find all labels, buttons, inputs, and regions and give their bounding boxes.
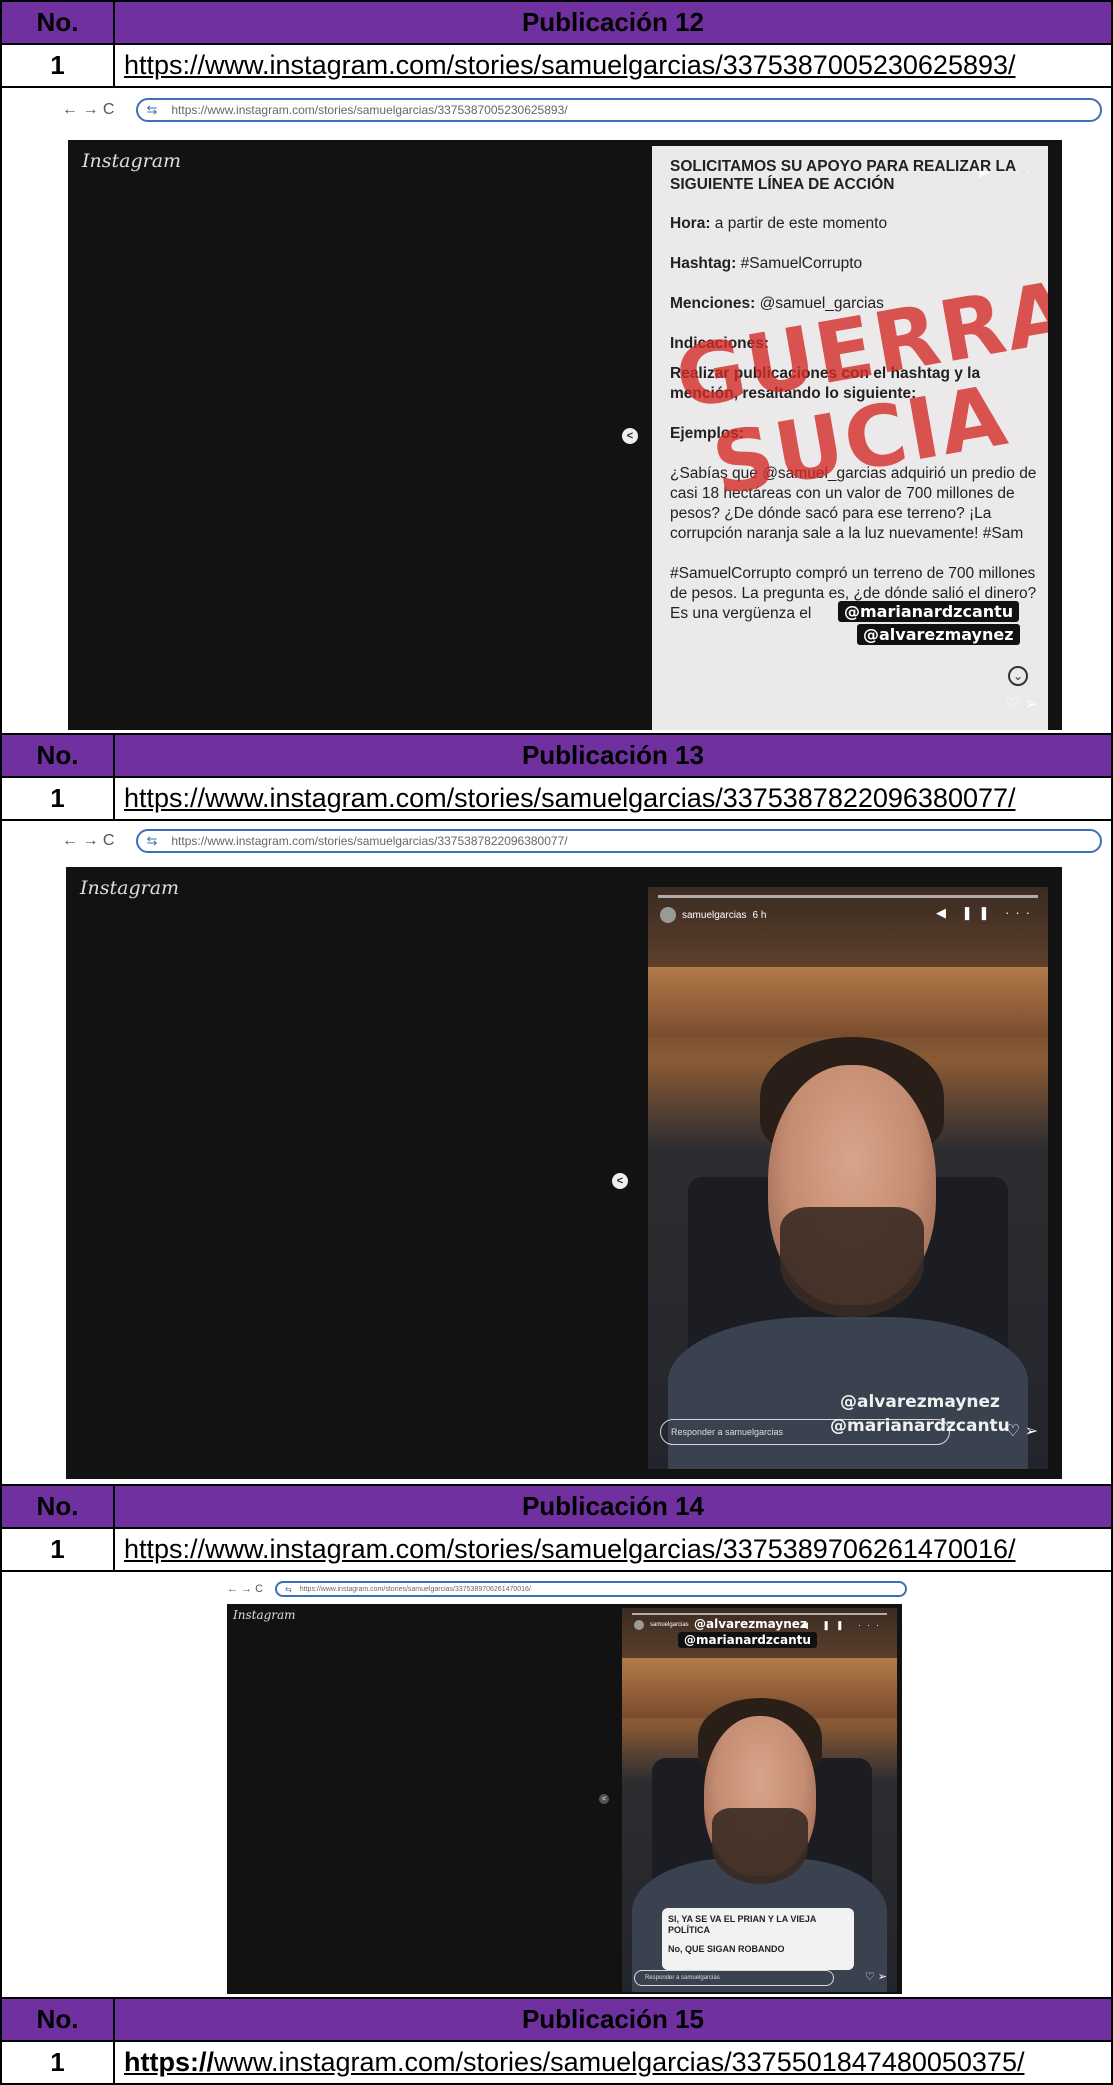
avatar[interactable] (634, 1620, 644, 1630)
browser-nav-icons[interactable]: ← → C (62, 832, 114, 850)
doc-heading: SOLICITAMOS SU APOYO PARA REALIZAR LA SI… (670, 158, 1016, 193)
story-controls[interactable]: ◀ ❚❚ ··· (801, 1620, 885, 1631)
hora-label: Hora: (670, 215, 711, 232)
mention-tag-alvarezmaynez[interactable]: @alvarezmaynez (834, 1391, 1006, 1413)
poll-option-1[interactable]: SI, YA SE VA EL PRIAN Y LA VIEJA POLÍTIC… (668, 1914, 848, 1936)
mention-tag-marianardzcantu[interactable]: @marianardzcantu (838, 601, 1020, 622)
story-time: 6 h (752, 909, 767, 921)
no-header: No. (2, 735, 115, 776)
no-header: No. (2, 1999, 115, 2040)
beard (712, 1808, 808, 1884)
like-share-icons[interactable]: ♡ ➢ (865, 1970, 887, 1983)
story-progress-bar (658, 895, 1038, 898)
site-settings-icon[interactable]: ⇆ (146, 833, 157, 849)
pub14-header-row: No. Publicación 14 (0, 1486, 1113, 1529)
previous-story-icon[interactable]: < (622, 428, 638, 444)
pub13-header-row: No. Publicación 13 (0, 735, 1113, 778)
pub13-number: 1 (2, 778, 115, 819)
instagram-page: Instagram < samuelgarcias ◀ ❚❚ ··· @alva… (227, 1604, 902, 1994)
pub12-screenshot-row: ← → C ⇆ https://www.instagram.com/storie… (0, 88, 1113, 735)
instagram-page: Instagram < samuelgarcias 6 h ◀ ❚❚ ··· @… (66, 867, 1062, 1479)
pub14-screenshot-row: ← → C ⇆ https://www.instagram.com/storie… (0, 1572, 1113, 1999)
like-share-icons[interactable]: ♡ ➢ (1006, 694, 1038, 714)
story-username[interactable]: samuelgarcias (682, 910, 746, 921)
pub12-title: Publicación 12 (521, 7, 705, 37)
pub14-link[interactable]: https://www.instagram.com/stories/samuel… (124, 1534, 1016, 1565)
pub13-screenshot: ← → C ⇆ https://www.instagram.com/storie… (62, 827, 1102, 1479)
pub14-url-row: 1 https://www.instagram.com/stories/samu… (0, 1529, 1113, 1572)
menciones-label: Menciones: (670, 295, 756, 312)
site-settings-icon[interactable]: ⇆ (285, 1585, 292, 1594)
pub15-link-prefix: https:// (124, 2047, 214, 2077)
pub12-screenshot: ← → C ⇆ https://www.instagram.com/storie… (62, 96, 1102, 730)
browser-nav-icons[interactable]: ← → C (62, 101, 114, 119)
instagram-logo[interactable]: Instagram (233, 1608, 296, 1622)
mention-tag-marianardzcantu[interactable]: @marianardzcantu (678, 1632, 817, 1648)
pub13-link[interactable]: https://www.instagram.com/stories/samuel… (124, 783, 1016, 814)
reply-input[interactable]: Responder a samuelgarcias (634, 1970, 834, 1986)
pub13-url-row: 1 https://www.instagram.com/stories/samu… (0, 778, 1113, 821)
pub14-screenshot: ← → C ⇆ https://www.instagram.com/storie… (227, 1580, 907, 1998)
pub14-number: 1 (2, 1529, 115, 1570)
site-settings-icon[interactable]: ⇆ (146, 102, 157, 118)
browser-nav-icons[interactable]: ← → C (227, 1583, 263, 1595)
pub15-number: 1 (2, 2042, 115, 2083)
story-controls[interactable]: ◀ ❚❚ ··· (936, 905, 1036, 921)
story-user[interactable]: samuelgarcias (634, 1620, 689, 1630)
poll-option-2[interactable]: No, QUE SIGAN ROBANDO (668, 1944, 848, 1955)
story-user[interactable]: samuelgarcias 6 h (660, 907, 766, 923)
like-share-icons[interactable]: ♡ ➢ (1006, 1421, 1038, 1441)
pub15-link[interactable]: https://www.instagram.com/stories/samuel… (124, 2047, 1024, 2078)
hora-value: a partir de este momento (710, 215, 888, 232)
pub12-number: 1 (2, 45, 115, 86)
instagram-logo[interactable]: Instagram (80, 877, 179, 899)
address-text: https://www.instagram.com/stories/samuel… (171, 103, 568, 117)
mention-tag-alvarezmaynez[interactable]: @alvarezmaynez (688, 1616, 813, 1632)
no-header: No. (2, 2, 115, 43)
beard (780, 1207, 924, 1317)
previous-story-icon[interactable]: < (612, 1173, 628, 1189)
pub13-title: Publicación 13 (521, 740, 705, 770)
hashtag-label: Hashtag: (670, 255, 737, 272)
pub15-url-row: 1 https://www.instagram.com/stories/samu… (0, 2042, 1113, 2085)
browser-bar: ← → C ⇆ https://www.instagram.com/storie… (227, 1580, 907, 1598)
pub13-screenshot-row: ← → C ⇆ https://www.instagram.com/storie… (0, 821, 1113, 1486)
mention-tag-alvarezmaynez[interactable]: @alvarezmaynez (857, 624, 1020, 645)
pub15-link-rest: www.instagram.com/stories/samuelgarcias/… (213, 2047, 1025, 2077)
previous-story-icon[interactable]: < (599, 1794, 609, 1804)
browser-bar: ← → C ⇆ https://www.instagram.com/storie… (62, 827, 1102, 855)
story-video: samuelgarcias ◀ ❚❚ ··· @alvarezmaynez @m… (622, 1608, 897, 1992)
pub12-url-row: 1 https://www.instagram.com/stories/samu… (0, 45, 1113, 88)
address-bar[interactable]: ⇆ https://www.instagram.com/stories/samu… (275, 1581, 907, 1597)
pub14-title: Publicación 14 (521, 1491, 705, 1521)
chevron-down-icon[interactable]: ⌄ (1008, 666, 1028, 686)
pub12-header-row: No. Publicación 12 (0, 0, 1113, 45)
hashtag-value: #SamuelCorrupto (736, 255, 863, 272)
instagram-page: Instagram < ▶ ··· SOLICITAMOS SU APOYO P… (68, 140, 1062, 730)
pub12-link[interactable]: https://www.instagram.com/stories/samuel… (124, 50, 1016, 81)
address-text: https://www.instagram.com/stories/samuel… (299, 1585, 531, 1593)
background-shelf (648, 967, 1048, 1037)
poll-sticker[interactable]: SI, YA SE VA EL PRIAN Y LA VIEJA POLÍTIC… (662, 1908, 854, 1970)
browser-bar: ← → C ⇆ https://www.instagram.com/storie… (62, 96, 1102, 124)
story-username[interactable]: samuelgarcias (650, 1622, 689, 1628)
instagram-logo[interactable]: Instagram (82, 150, 181, 172)
story-progress-bar (632, 1613, 887, 1615)
pub15-header-row: No. Publicación 15 (0, 1999, 1113, 2042)
pub15-title: Publicación 15 (521, 2004, 705, 2034)
address-bar[interactable]: ⇆ https://www.instagram.com/stories/samu… (136, 829, 1102, 853)
reply-input[interactable]: Responder a samuelgarcias (660, 1419, 950, 1445)
avatar[interactable] (660, 907, 676, 923)
address-bar[interactable]: ⇆ https://www.instagram.com/stories/samu… (136, 98, 1102, 122)
no-header: No. (2, 1486, 115, 1527)
address-text: https://www.instagram.com/stories/samuel… (171, 834, 568, 848)
story-image: ▶ ··· SOLICITAMOS SU APOYO PARA REALIZAR… (652, 146, 1048, 730)
story-video: samuelgarcias 6 h ◀ ❚❚ ··· @alvarezmayne… (648, 887, 1048, 1469)
